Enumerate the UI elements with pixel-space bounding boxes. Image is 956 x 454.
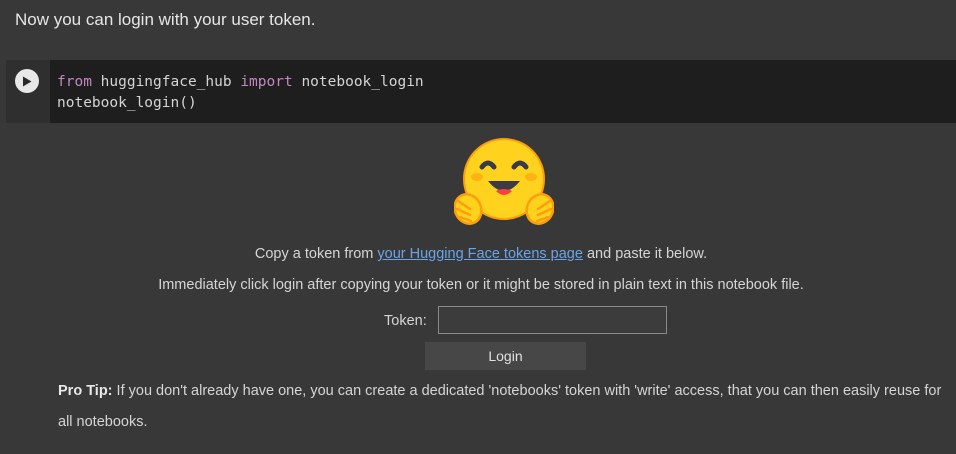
play-icon <box>23 76 32 86</box>
hugging-face-emoji-icon <box>454 138 554 225</box>
token-label: Token: <box>384 313 427 329</box>
copy-prefix: Copy a token from <box>254 246 378 262</box>
login-warning: Immediately click login after copying yo… <box>158 277 804 293</box>
login-button[interactable]: Login <box>425 342 586 370</box>
keyword-from: from <box>57 74 92 90</box>
module-name: huggingface_hub <box>91 74 241 90</box>
markdown-cell: Now you can login with your user token. <box>0 0 956 44</box>
code-editor[interactable]: from huggingface_hub import notebook_log… <box>57 72 424 114</box>
intro-text: Now you can login with your user token. <box>15 10 316 29</box>
keyword-import: import <box>240 74 293 90</box>
import-name: notebook_login <box>292 74 424 90</box>
tokens-page-link[interactable]: your Hugging Face tokens page <box>377 246 583 262</box>
run-cell-button[interactable] <box>15 69 39 93</box>
pro-tip-title: Pro Tip: <box>58 383 113 399</box>
token-input[interactable] <box>438 306 667 334</box>
code-cell[interactable]: from huggingface_hub import notebook_log… <box>6 60 956 123</box>
pro-tip-text: If you don't already have one, you can c… <box>58 383 942 430</box>
cell-output: Copy a token from your Hugging Face toke… <box>6 123 956 450</box>
copy-token-instruction: Copy a token from your Hugging Face toke… <box>6 246 956 262</box>
pro-tip: Pro Tip: If you don't already have one, … <box>58 376 943 438</box>
code-line-2: notebook_login() <box>57 95 197 111</box>
cell-gutter <box>6 60 50 123</box>
copy-suffix: and paste it below. <box>582 246 708 262</box>
